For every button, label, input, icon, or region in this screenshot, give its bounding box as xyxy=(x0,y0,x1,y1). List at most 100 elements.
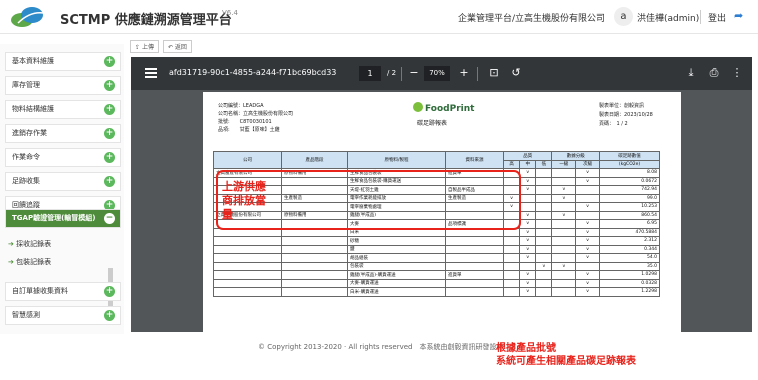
sidebar-item-footprint[interactable]: 足跡收集 + xyxy=(5,172,121,191)
cell-material: 雞腿(半成品)-購貨運送 xyxy=(347,270,446,280)
check-mark: v xyxy=(575,244,600,254)
check-mark: v xyxy=(519,168,537,178)
check-mark xyxy=(551,219,577,229)
subheader-mid: 中 xyxy=(519,159,537,169)
rotate-icon[interactable]: ↺ xyxy=(509,65,523,80)
cell-material: 鹽 xyxy=(347,244,446,254)
cell-value: 99.0 xyxy=(599,193,660,203)
sidebar-item-basic-data[interactable]: 基本資料維護 + xyxy=(5,52,121,71)
expand-plus-icon[interactable]: + xyxy=(104,104,115,115)
sidebar-item-label: 作業命令 xyxy=(12,153,40,161)
cell-value: 0.0328 xyxy=(599,278,660,288)
sidebar-item-label: 物料結構維護 xyxy=(12,105,54,113)
check-mark: v xyxy=(519,176,537,186)
table-row: 砂糖 v v 2.312 xyxy=(213,236,660,246)
expand-plus-icon[interactable]: + xyxy=(104,176,115,187)
app-logo-icon xyxy=(11,7,45,27)
check-mark xyxy=(535,210,553,220)
check-mark: v xyxy=(551,210,577,220)
cell-stage xyxy=(281,261,348,271)
download-icon[interactable]: ⤓ xyxy=(684,65,698,80)
check-mark: v xyxy=(575,176,600,186)
check-mark xyxy=(551,287,577,297)
check-mark xyxy=(502,253,521,263)
report-company-code: 公司編號：LEADGA xyxy=(218,103,264,109)
subheader-secondary: 次級 xyxy=(575,159,600,169)
check-mark xyxy=(551,270,577,280)
back-button[interactable]: ↶ 返回 xyxy=(162,40,192,53)
check-mark xyxy=(535,168,553,178)
cell-material: 包裝袋 xyxy=(347,261,446,271)
collapse-minus-icon[interactable]: − xyxy=(104,213,115,224)
check-mark: v xyxy=(575,287,600,297)
sidebar-item-label: 足跡收集 xyxy=(12,177,40,185)
check-mark xyxy=(551,202,577,212)
brand-name: FoodPrint xyxy=(425,104,475,114)
avatar[interactable]: a xyxy=(614,7,633,26)
cell-material: 砂糖 xyxy=(347,236,446,246)
logout-arrow-icon[interactable]: ➦ xyxy=(734,9,746,23)
sidebar-subitem-harvest[interactable]: ➔ 採收記錄表 xyxy=(8,239,51,249)
breadcrumb: ⇪ 上傳 ↶ 返回 xyxy=(130,40,196,54)
sidebar-item-custom-forms[interactable]: 自訂單據收集資料 + xyxy=(5,282,121,301)
cell-source: 進貨單 xyxy=(445,270,504,280)
fit-page-icon[interactable]: ⊡ xyxy=(487,65,501,80)
cell-value: 470.5884 xyxy=(599,227,660,237)
cell-stage xyxy=(281,244,348,254)
cell-stage xyxy=(281,253,348,263)
value-unit: (kgCO2e) xyxy=(599,159,660,169)
check-mark: v xyxy=(575,227,600,237)
check-mark xyxy=(502,236,521,246)
check-mark xyxy=(575,185,600,195)
user-name[interactable]: 洪佳樺(admin) xyxy=(637,11,699,24)
cell-source xyxy=(445,236,504,246)
report-batch: 批號: C8T0030101 xyxy=(218,119,272,125)
cell-stage xyxy=(281,278,348,288)
sidebar-item-label: 基本資料維護 xyxy=(12,57,54,65)
print-icon[interactable]: ⎙ xyxy=(707,65,721,80)
sidebar-item-smart-sensing[interactable]: 智慧感測 + xyxy=(5,306,121,325)
expand-plus-icon[interactable]: + xyxy=(104,310,115,321)
zoom-in-icon[interactable]: + xyxy=(457,65,471,80)
expand-plus-icon[interactable]: + xyxy=(104,128,115,139)
check-mark: v xyxy=(551,261,577,271)
check-mark xyxy=(502,261,521,271)
zoom-input[interactable]: 70% xyxy=(424,66,450,81)
check-mark xyxy=(519,193,537,203)
expand-plus-icon[interactable]: + xyxy=(104,80,115,91)
check-mark: v xyxy=(519,227,537,237)
check-mark: v xyxy=(575,278,600,288)
sidebar-item-label: TGAP驗證管理(輸冒模組) xyxy=(12,214,96,222)
logout-link[interactable]: 登出 xyxy=(708,11,726,24)
check-mark xyxy=(551,244,577,254)
menu-icon[interactable] xyxy=(145,68,157,78)
sidebar-item-bom[interactable]: 物料結構維護 + xyxy=(5,100,121,119)
cell-source xyxy=(445,278,504,288)
cell-value: 1.0298 xyxy=(599,270,660,280)
table-row: 胡品組裝 v v 54.0 xyxy=(213,253,660,263)
check-mark xyxy=(575,193,600,203)
cell-value: 742.94 xyxy=(599,185,660,195)
check-mark xyxy=(502,244,521,254)
sidebar-item-tgap[interactable]: TGAP驗證管理(輸冒模組) − xyxy=(5,209,121,228)
up-button[interactable]: ⇪ 上傳 xyxy=(130,40,159,53)
check-mark: v xyxy=(519,185,537,195)
expand-plus-icon[interactable]: + xyxy=(104,286,115,297)
check-mark: v xyxy=(575,219,600,229)
more-options-icon[interactable]: ⋮ xyxy=(730,65,744,80)
check-mark xyxy=(551,253,577,263)
sidebar-item-label: 自訂單據收集資料 xyxy=(12,287,68,295)
sidebar-item-purchase-sales[interactable]: 進銷存作業 + xyxy=(5,124,121,143)
sidebar-item-work-order[interactable]: 作業命令 + xyxy=(5,148,121,167)
expand-plus-icon[interactable]: + xyxy=(104,152,115,163)
cell-value: 2.312 xyxy=(599,236,660,246)
company-context[interactable]: 企業管理平台/立高生機股份有限公司 xyxy=(458,11,605,24)
sidebar-subitem-packing[interactable]: ➔ 包裝記錄表 xyxy=(8,257,51,267)
sidebar-item-inventory[interactable]: 庫存管理 + xyxy=(5,76,121,95)
zoom-out-icon[interactable]: − xyxy=(407,65,421,80)
expand-plus-icon[interactable]: + xyxy=(104,56,115,67)
table-row: 包裝袋 v v 35.0 xyxy=(213,261,660,271)
check-mark xyxy=(551,176,577,186)
page-number-input[interactable]: 1 xyxy=(359,66,381,81)
col-header-value: 碳足跡數值 xyxy=(599,151,660,161)
